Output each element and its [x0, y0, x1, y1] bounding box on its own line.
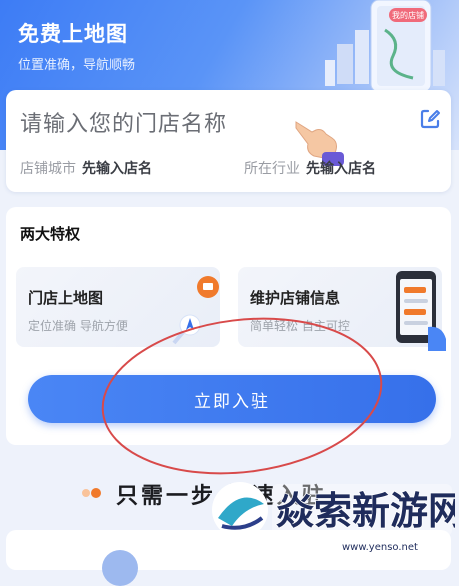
privilege-tile-map[interactable]: 门店上地图 定位准确 导航方便: [16, 267, 220, 347]
header-title: 免费上地图: [18, 22, 128, 46]
phone-icon: [396, 271, 446, 351]
privilege-map-title: 门店上地图: [28, 289, 104, 307]
orange-dots-icon: [82, 488, 101, 498]
city-badge-label: 我的店铺: [392, 10, 424, 20]
store-name-input[interactable]: 请输入您的门店名称: [20, 106, 227, 138]
city-field[interactable]: 店铺城市 先输入店名: [20, 158, 152, 178]
privileges-title: 两大特权: [20, 225, 81, 243]
privilege-info-title: 维护店铺信息: [250, 289, 341, 307]
privilege-map-subtitle: 定位准确 导航方便: [28, 319, 128, 333]
store-info-card: 请输入您的门店名称 店铺城市 先输入店名 所在行业 先输入店名: [6, 90, 451, 192]
privileges-card: 两大特权 门店上地图 定位准确 导航方便 维护店铺信息 简单轻松 自主可控 立即…: [6, 207, 451, 445]
city-field-label: 店铺城市: [20, 161, 76, 177]
privilege-tile-store-info[interactable]: 维护店铺信息 简单轻松 自主可控: [238, 267, 446, 351]
watermark-brand: 焱索新游网: [276, 489, 455, 533]
join-now-button[interactable]: 立即入驻: [28, 375, 436, 423]
industry-field-label: 所在行业: [244, 161, 300, 177]
header-subtitle: 位置准确，导航顺畅: [18, 58, 136, 73]
watermark-url: www.yenso.net: [342, 542, 418, 553]
watermark-logo: 焱索新游网 www.yenso.net: [212, 482, 455, 553]
city-map-illustration-icon: 我的店铺: [325, 0, 445, 93]
industry-field-value: 先输入店名: [306, 161, 376, 177]
edit-icon[interactable]: [419, 108, 441, 130]
step-avatar: [102, 550, 138, 586]
city-field-value: 先输入店名: [82, 161, 152, 177]
privilege-info-subtitle: 简单轻松 自主可控: [250, 319, 350, 333]
industry-field[interactable]: 所在行业 先输入店名: [244, 158, 376, 178]
map-pin-icon: [172, 276, 219, 345]
